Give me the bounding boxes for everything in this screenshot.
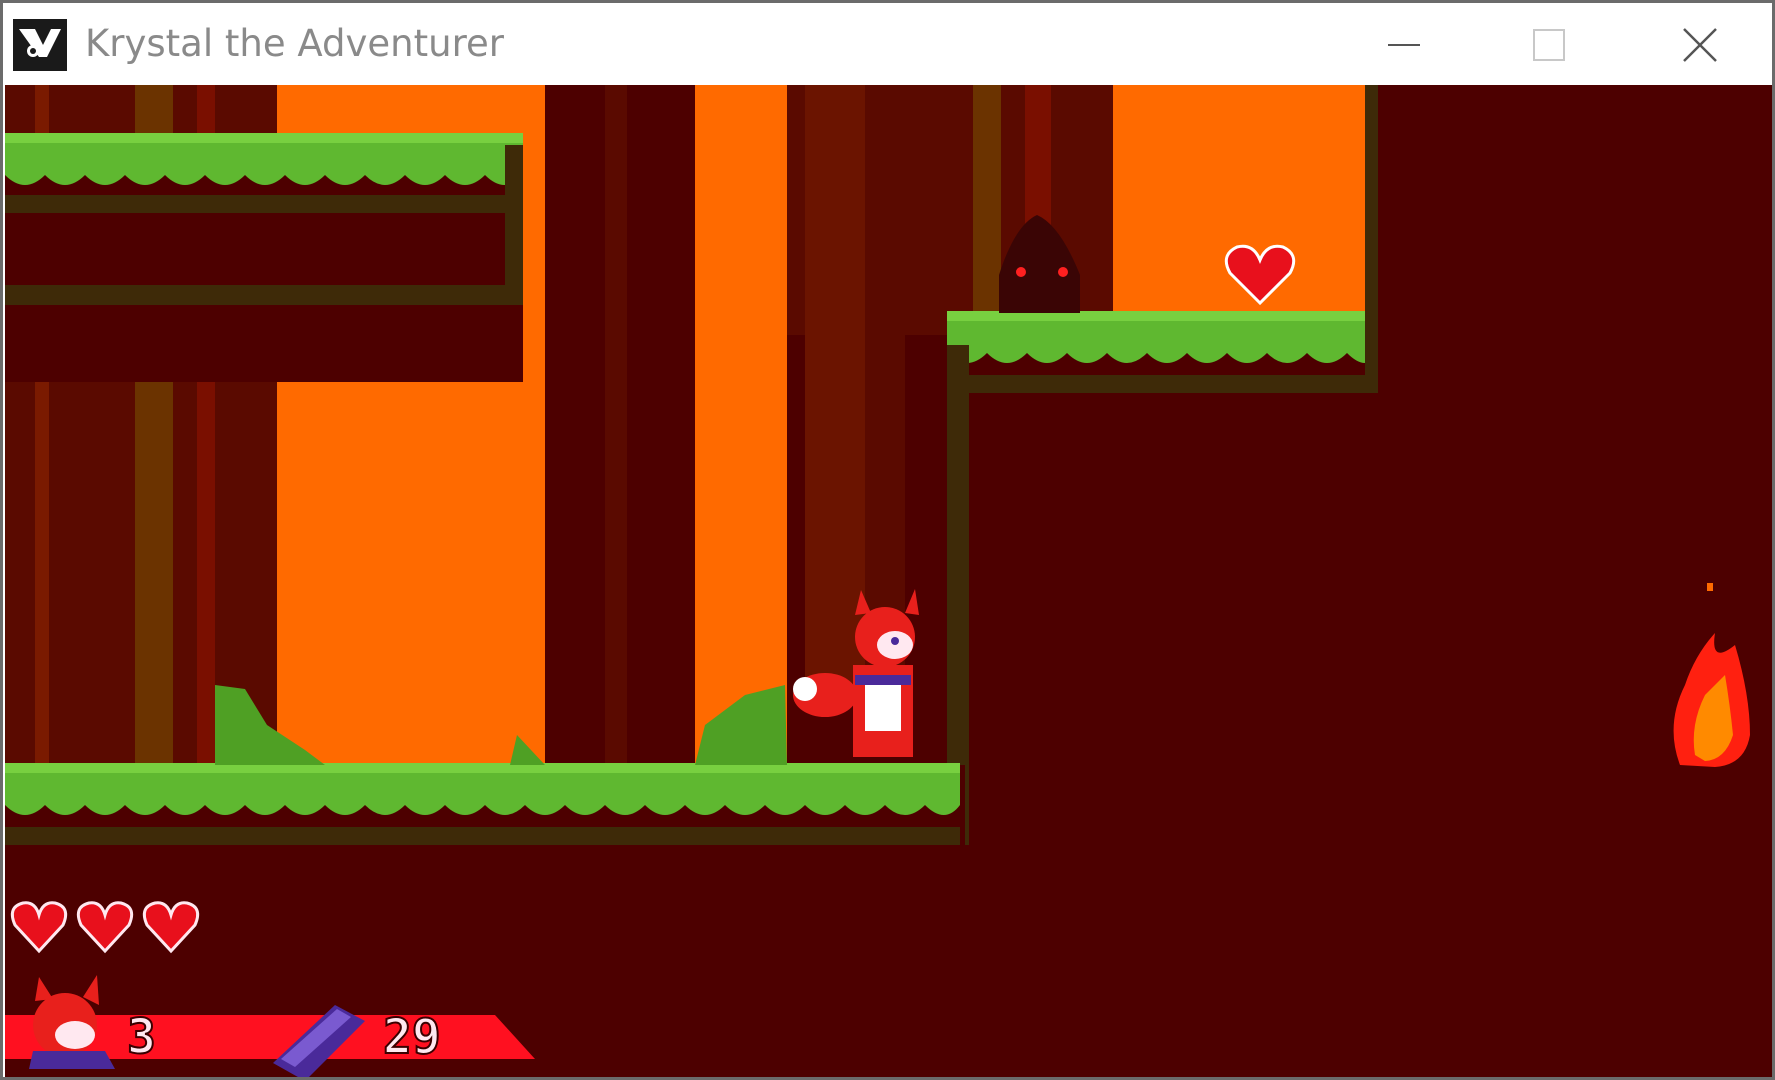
maximize-button[interactable] bbox=[1478, 3, 1618, 85]
minimize-icon bbox=[1388, 44, 1420, 46]
close-button[interactable] bbox=[1630, 3, 1770, 85]
crystal-count: 29 bbox=[383, 1009, 441, 1065]
minimize-button[interactable] bbox=[1333, 3, 1473, 85]
lives-count: 3 bbox=[127, 1009, 156, 1065]
game-window: Krystal the Adventurer 3 29 bbox=[0, 0, 1775, 1080]
close-icon bbox=[1683, 28, 1717, 62]
app-logo-icon bbox=[13, 19, 67, 71]
maximize-icon bbox=[1533, 29, 1565, 61]
game-viewport[interactable]: 3 29 bbox=[5, 85, 1775, 1080]
title-bar[interactable]: Krystal the Adventurer bbox=[3, 3, 1772, 85]
window-title: Krystal the Adventurer bbox=[85, 22, 504, 65]
upper-left-ledge bbox=[5, 133, 523, 382]
